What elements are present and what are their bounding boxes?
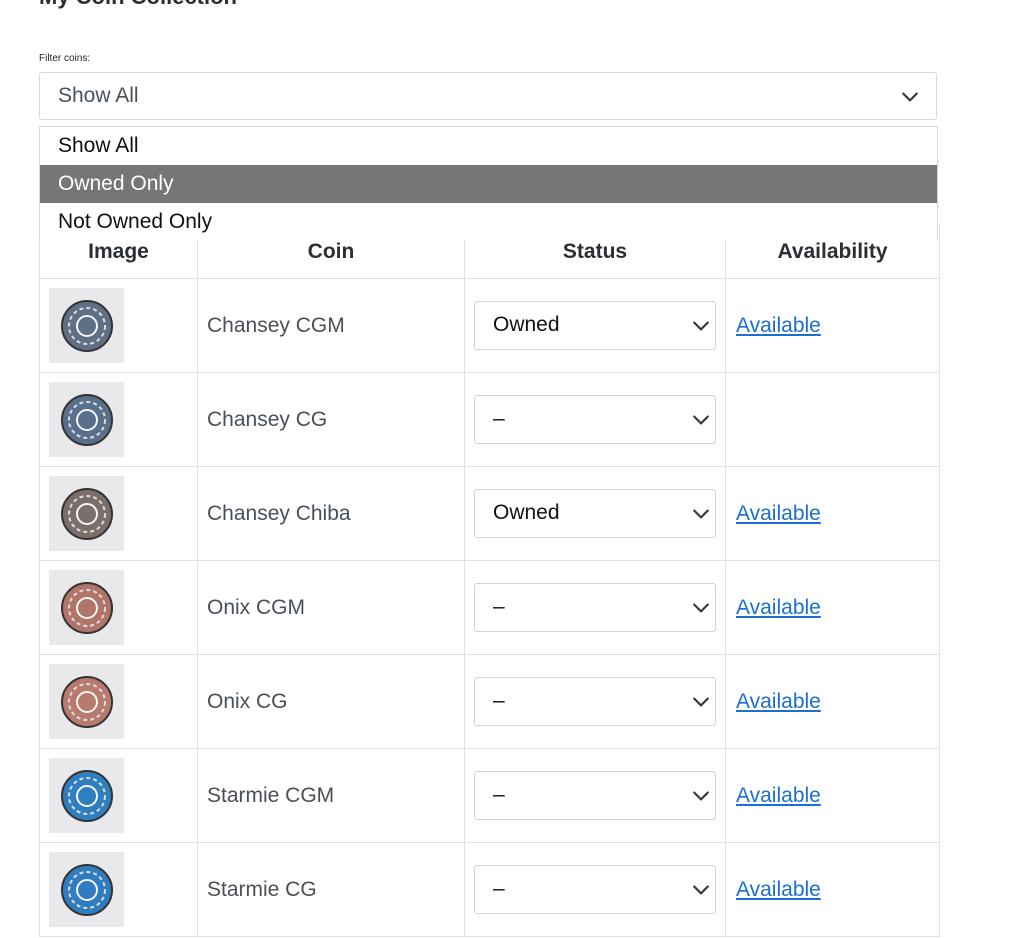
availability-link[interactable]: Available — [736, 878, 821, 901]
table-row: Chansey CG – — [39, 372, 940, 467]
table-row: Starmie CGM – Available — [39, 748, 940, 843]
table-row: Starmie CG – Available — [39, 842, 940, 937]
coin-icon — [60, 487, 113, 540]
availability-link[interactable]: Available — [736, 596, 821, 619]
coin-name: Chansey CG — [197, 372, 465, 467]
chevron-down-icon — [693, 697, 709, 707]
chevron-down-icon — [693, 415, 709, 425]
coin-image-cell — [39, 466, 198, 561]
availability-link[interactable]: Available — [736, 314, 821, 337]
page-title: My Coin Collection — [39, 0, 237, 10]
coin-image — [49, 852, 124, 927]
coin-name: Chansey CGM — [197, 278, 465, 373]
status-select[interactable]: – — [474, 865, 716, 914]
filter-option-not-owned-only[interactable]: Not Owned Only — [40, 203, 937, 241]
status-value: – — [493, 783, 505, 806]
coin-availability-cell: Available — [725, 466, 940, 561]
chevron-down-icon — [693, 603, 709, 613]
coin-availability-cell: Available — [725, 654, 940, 749]
coin-icon — [60, 769, 113, 822]
coin-image — [49, 664, 124, 739]
coin-name: Onix CG — [197, 654, 465, 749]
coin-name: Onix CGM — [197, 560, 465, 655]
status-select[interactable]: – — [474, 583, 716, 632]
status-select[interactable]: – — [474, 677, 716, 726]
filter-select-value: Show All — [58, 84, 139, 107]
coin-status-cell: – — [464, 654, 726, 749]
coin-image — [49, 758, 124, 833]
coin-status-cell: – — [464, 842, 726, 937]
status-value: Owned — [493, 501, 560, 524]
coin-image — [49, 288, 124, 363]
coin-icon — [60, 675, 113, 728]
table-row: Onix CGM – Available — [39, 560, 940, 655]
filter-option-owned-only[interactable]: Owned Only — [40, 165, 937, 203]
coin-status-cell: Owned — [464, 278, 726, 373]
coin-icon — [60, 581, 113, 634]
coin-icon — [60, 393, 113, 446]
filter-dropdown-list: Show All Owned Only Not Owned Only — [39, 126, 938, 240]
coin-image-cell — [39, 748, 198, 843]
status-select[interactable]: – — [474, 395, 716, 444]
status-value: – — [493, 595, 505, 618]
coin-name: Starmie CGM — [197, 748, 465, 843]
coin-availability-cell — [725, 372, 940, 467]
status-value: – — [493, 689, 505, 712]
coin-availability-cell: Available — [725, 748, 940, 843]
chevron-down-icon — [693, 321, 709, 331]
filter-select[interactable]: Show All — [39, 72, 937, 120]
status-value: – — [493, 877, 505, 900]
filter-option-show-all[interactable]: Show All — [40, 127, 937, 165]
coin-status-cell: – — [464, 560, 726, 655]
coin-status-cell: – — [464, 372, 726, 467]
coin-table: Image Coin Status Availability Chansey C… — [39, 225, 940, 937]
coin-image-cell — [39, 278, 198, 373]
coin-rows: Chansey CGM Owned Available Chansey CG –… — [39, 278, 940, 937]
coin-name: Starmie CG — [197, 842, 465, 937]
chevron-down-icon — [693, 791, 709, 801]
status-select[interactable]: – — [474, 771, 716, 820]
coin-image — [49, 476, 124, 551]
coin-icon — [60, 299, 113, 352]
table-row: Chansey Chiba Owned Available — [39, 466, 940, 561]
availability-link[interactable]: Available — [736, 502, 821, 525]
coin-status-cell: – — [464, 748, 726, 843]
coin-status-cell: Owned — [464, 466, 726, 561]
coin-availability-cell: Available — [725, 560, 940, 655]
table-row: Chansey CGM Owned Available — [39, 278, 940, 373]
chevron-down-icon — [693, 509, 709, 519]
status-value: Owned — [493, 313, 560, 336]
coin-image-cell — [39, 372, 198, 467]
status-value: – — [493, 407, 505, 430]
status-select[interactable]: Owned — [474, 489, 716, 538]
coin-image — [49, 382, 124, 457]
coin-image-cell — [39, 560, 198, 655]
availability-link[interactable]: Available — [736, 784, 821, 807]
coin-availability-cell: Available — [725, 278, 940, 373]
availability-link[interactable]: Available — [736, 690, 821, 713]
coin-image — [49, 570, 124, 645]
status-select[interactable]: Owned — [474, 301, 716, 350]
coin-image-cell — [39, 842, 198, 937]
chevron-down-icon — [902, 92, 918, 102]
coin-image-cell — [39, 654, 198, 749]
chevron-down-icon — [693, 885, 709, 895]
coin-name: Chansey Chiba — [197, 466, 465, 561]
coin-icon — [60, 863, 113, 916]
table-row: Onix CG – Available — [39, 654, 940, 749]
coin-availability-cell: Available — [725, 842, 940, 937]
filter-label: Filter coins: — [39, 53, 91, 64]
